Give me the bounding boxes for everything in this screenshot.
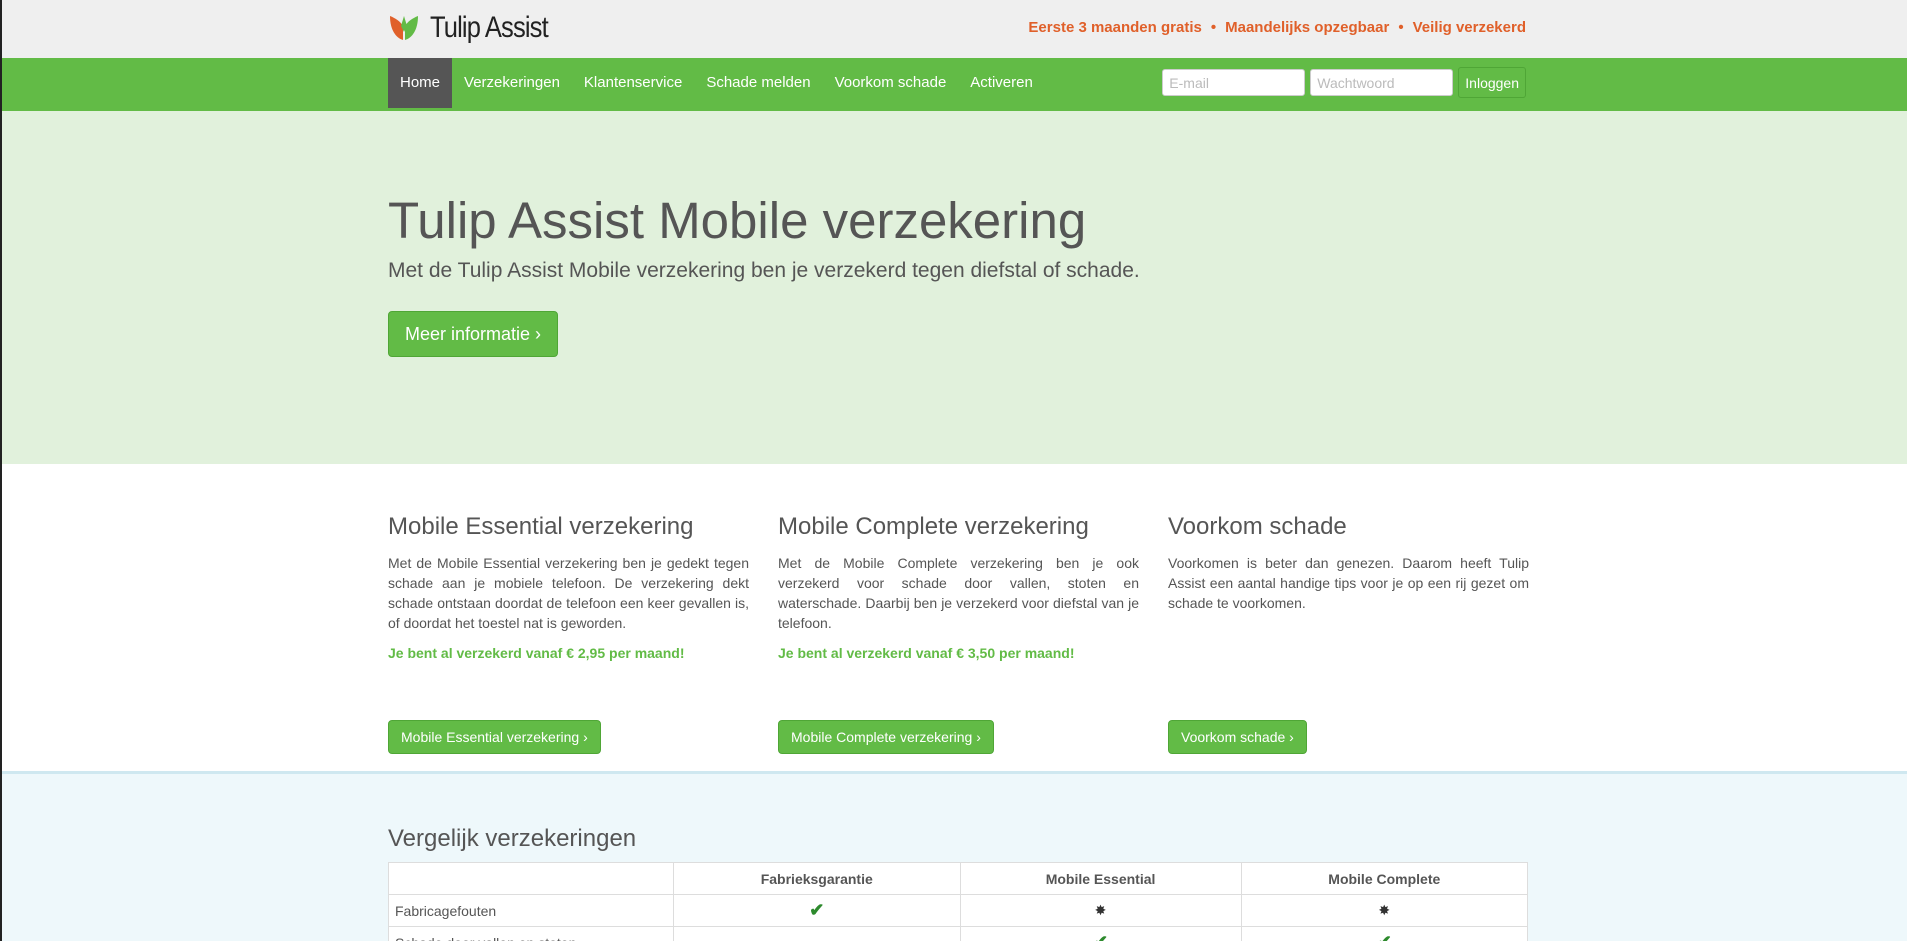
complete-button[interactable]: Mobile Complete verzekering ›	[778, 720, 994, 754]
compare-table: Fabrieksgarantie Mobile Essential Mobile…	[388, 862, 1529, 941]
check-icon: ✔	[1093, 932, 1108, 941]
check-icon: ✔	[1377, 932, 1392, 941]
compare-section: Vergelijk verzekeringen Fabrieksgarantie…	[2, 771, 1907, 941]
star-icon: ✸	[1094, 902, 1107, 918]
brand-name: Tulip Assist	[430, 11, 549, 44]
nav-item-verzekeringen[interactable]: Verzekeringen	[452, 58, 572, 108]
row-label: Fabricagefouten	[388, 894, 674, 927]
page: Tulip Assist Eerste 3 maanden gratis • Maa…	[0, 0, 1907, 941]
logo[interactable]: Tulip Assist	[388, 8, 569, 48]
feature-title: Mobile Essential verzekering	[388, 513, 694, 540]
feature-title: Voorkom schade	[1168, 513, 1347, 540]
nav-item-schade-melden[interactable]: Schade melden	[694, 58, 822, 108]
table-cell: ✸	[959, 894, 1242, 927]
usp-list: Eerste 3 maanden gratis • Maandelijks opze…	[1028, 19, 1526, 36]
usp-item: Maandelijks opzegbaar	[1225, 19, 1390, 36]
feature-title: Mobile Complete verzekering	[778, 513, 1089, 540]
usp-item: Eerste 3 maanden gratis	[1028, 19, 1202, 36]
feature-price: Je bent al verzekerd vanaf € 2,95 per ma…	[388, 645, 685, 661]
table-header: Fabrieksgarantie	[673, 862, 961, 895]
nav-item-home[interactable]: Home	[388, 58, 453, 108]
table-cell	[673, 926, 961, 941]
nav-items: Home Verzekeringen Klantenservice Schade…	[388, 58, 1045, 108]
feature-essential: Mobile Essential verzekering Met de Mobi…	[388, 513, 749, 754]
password-field[interactable]	[1310, 69, 1454, 96]
table-row: Schade door vallen en stoten ✔ ✔	[388, 926, 1529, 941]
nav-item-klantenservice[interactable]: Klantenservice	[572, 58, 694, 108]
nav-item-activeren[interactable]: Activeren	[958, 58, 1045, 108]
feature-prevent: Voorkom schade Voorkomen is beter dan ge…	[1168, 513, 1529, 754]
usp-separator: •	[1210, 19, 1217, 36]
essential-button[interactable]: Mobile Essential verzekering ›	[388, 720, 601, 754]
feature-text: Met de Mobile Essential verzekering ben …	[388, 555, 749, 631]
usp-separator: •	[1398, 19, 1404, 36]
hero: Tulip Assist Mobile verzekering Met de T…	[2, 111, 1907, 467]
feature-complete: Mobile Complete verzekering Met de Mobil…	[778, 513, 1139, 754]
feature-text: Voorkomen is beter dan genezen. Daarom h…	[1168, 555, 1529, 611]
table-header-row: Fabrieksgarantie Mobile Essential Mobile…	[388, 862, 1529, 895]
feature-text: Met de Mobile Complete verzekering ben j…	[778, 555, 1139, 631]
table-cell: ✔	[673, 894, 961, 927]
login-button[interactable]: Inloggen	[1458, 67, 1526, 98]
table-cell: ✸	[1240, 894, 1529, 927]
usp-item: Veilig verzekerd	[1412, 19, 1526, 36]
hero-subtitle: Met de Tulip Assist Mobile verzekering b…	[388, 259, 1140, 282]
top-bar: Tulip Assist Eerste 3 maanden gratis • Maa…	[2, 0, 1907, 58]
features-section: Mobile Essential verzekering Met de Mobi…	[2, 464, 1907, 771]
row-label: Schade door vallen en stoten	[388, 926, 674, 941]
tulip-logo-icon	[390, 16, 418, 40]
table-header: Mobile Complete	[1240, 862, 1529, 895]
email-field[interactable]	[1162, 69, 1306, 96]
table-header: Mobile Essential	[959, 862, 1242, 895]
hero-title: Tulip Assist Mobile verzekering	[388, 192, 1087, 249]
star-icon: ✸	[1378, 902, 1391, 918]
table-cell: ✔	[959, 926, 1242, 941]
compare-title: Vergelijk verzekeringen	[388, 825, 637, 852]
feature-price: Je bent al verzekerd vanaf € 3,50 per ma…	[778, 645, 1075, 661]
nav-item-voorkom-schade[interactable]: Voorkom schade	[823, 58, 959, 108]
check-icon: ✔	[809, 900, 825, 920]
table-cell: ✔	[1240, 926, 1529, 941]
login-form: Inloggen	[1162, 67, 1526, 98]
prevent-damage-button[interactable]: Voorkom schade ›	[1168, 720, 1307, 754]
more-info-button[interactable]: Meer informatie ›	[388, 311, 559, 357]
table-row: Fabricagefouten ✔ ✸ ✸	[388, 894, 1529, 927]
main-nav: Home Verzekeringen Klantenservice Schade…	[2, 58, 1907, 113]
table-header	[388, 862, 674, 895]
